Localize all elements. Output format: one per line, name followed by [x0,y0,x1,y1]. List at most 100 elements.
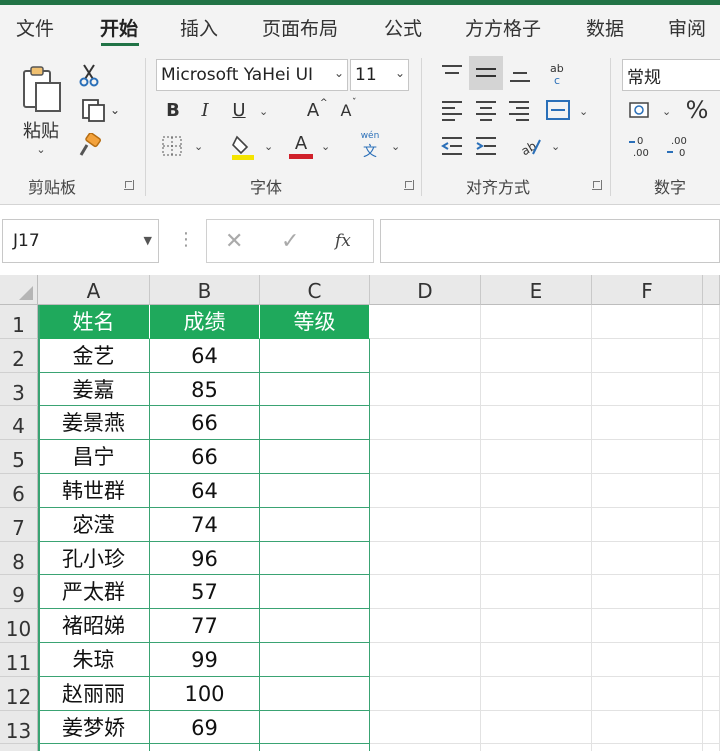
empty-cell[interactable] [592,710,703,745]
name-cell[interactable]: 韩世群 [38,474,150,508]
increase-indent-button[interactable] [472,132,500,160]
table-header-cell[interactable]: 姓名 [38,305,150,339]
grade-cell[interactable] [260,541,370,576]
row-header-9[interactable]: 9 [0,575,38,610]
grade-cell[interactable] [260,575,370,610]
empty-cell[interactable] [481,744,592,751]
grade-cell[interactable] [260,338,370,373]
grade-cell[interactable] [260,440,370,474]
grade-cell[interactable] [260,676,370,711]
empty-cell[interactable] [592,507,703,542]
font-family-select[interactable]: Microsoft YaHei UI ⌄ [156,59,348,91]
cancel-icon[interactable]: ✕ [225,229,243,254]
empty-cell[interactable] [370,305,481,339]
font-color-button[interactable]: A [286,130,316,162]
empty-cell[interactable] [703,609,720,643]
select-all-button[interactable] [0,275,38,305]
empty-cell[interactable] [592,575,703,610]
number-format-select[interactable]: 常规 [622,59,720,91]
empty-cell[interactable] [370,710,481,745]
column-header-b[interactable]: B [150,275,260,305]
empty-cell[interactable] [703,541,720,576]
decrease-decimal-button[interactable]: .00 0 [664,132,694,162]
row-header-10[interactable]: 10 [0,609,38,643]
empty-cell[interactable] [703,406,720,441]
column-header-e[interactable]: E [481,275,592,305]
empty-cell[interactable] [370,541,481,576]
empty-cell[interactable] [703,744,720,751]
font-size-select[interactable]: 11 ⌄ [350,59,409,91]
empty-cell[interactable] [370,406,481,441]
score-cell[interactable]: 100 [150,676,260,711]
orientation-ab-button[interactable]: ab c [544,58,574,88]
empty-cell[interactable] [481,643,592,677]
grade-cell[interactable] [260,710,370,745]
grade-cell[interactable] [260,474,370,508]
empty-cell[interactable] [370,643,481,677]
table-header-cell[interactable]: 成绩 [150,305,260,339]
row-header-8[interactable]: 8 [0,541,38,576]
empty-cell[interactable] [592,609,703,643]
insert-function-icon[interactable]: fx [335,231,351,251]
middle-align-button[interactable] [469,56,503,90]
empty-cell[interactable] [481,440,592,474]
score-cell[interactable]: 85 [150,372,260,407]
empty-cell[interactable] [703,440,720,474]
grade-cell[interactable] [260,372,370,407]
score-cell[interactable]: 66 [150,440,260,474]
empty-cell[interactable] [481,507,592,542]
empty-cell[interactable] [703,305,720,339]
empty-cell[interactable] [370,507,481,542]
row-header-12[interactable]: 12 [0,676,38,711]
table-cell-partial[interactable] [38,744,150,751]
empty-cell[interactable] [592,744,703,751]
format-painter-button[interactable] [76,132,104,160]
empty-cell[interactable] [481,406,592,441]
empty-cell[interactable] [370,744,481,751]
empty-cell[interactable] [592,406,703,441]
empty-cell[interactable] [703,507,720,542]
column-header-a[interactable]: A [38,275,150,305]
empty-cell[interactable] [703,372,720,407]
grade-cell[interactable] [260,406,370,441]
empty-cell[interactable] [481,541,592,576]
name-box[interactable]: J17 ▼ [2,219,159,263]
score-cell[interactable]: 96 [150,541,260,576]
name-cell[interactable]: 金艺 [38,338,150,373]
merge-center-button[interactable] [543,96,573,124]
score-cell[interactable]: 74 [150,507,260,542]
drag-handle-icon[interactable]: ⋮ [177,229,195,250]
name-cell[interactable]: 宓滢 [38,507,150,542]
row-header-5[interactable]: 5 [0,440,38,474]
empty-cell[interactable] [370,676,481,711]
score-cell[interactable]: 99 [150,643,260,677]
empty-cell[interactable] [370,474,481,508]
align-left-button[interactable] [438,96,466,124]
row-header-4[interactable]: 4 [0,406,38,441]
tab-formulas[interactable]: 公式 [384,14,422,41]
column-header-f[interactable]: F [592,275,703,305]
name-cell[interactable]: 姜嘉 [38,372,150,407]
borders-button[interactable] [158,132,186,160]
row-header-partial[interactable] [0,744,38,751]
name-cell[interactable]: 褚昭娣 [38,609,150,643]
name-cell[interactable]: 姜景燕 [38,406,150,441]
bottom-align-button[interactable] [506,60,534,86]
underline-button[interactable]: U [225,96,253,124]
row-header-6[interactable]: 6 [0,474,38,508]
empty-cell[interactable] [703,338,720,373]
clipboard-launcher-icon[interactable] [124,180,134,190]
grade-cell[interactable] [260,609,370,643]
empty-cell[interactable] [703,643,720,677]
empty-cell[interactable] [592,338,703,373]
empty-cell[interactable] [481,372,592,407]
tab-review[interactable]: 审阅 [668,14,706,41]
row-header-1[interactable]: 1 [0,305,38,339]
empty-cell[interactable] [481,305,592,339]
name-cell[interactable]: 严太群 [38,575,150,610]
empty-cell[interactable] [592,541,703,576]
score-cell[interactable]: 66 [150,406,260,441]
row-header-3[interactable]: 3 [0,372,38,407]
table-cell-partial[interactable] [260,744,370,751]
confirm-icon[interactable]: ✓ [281,229,299,254]
